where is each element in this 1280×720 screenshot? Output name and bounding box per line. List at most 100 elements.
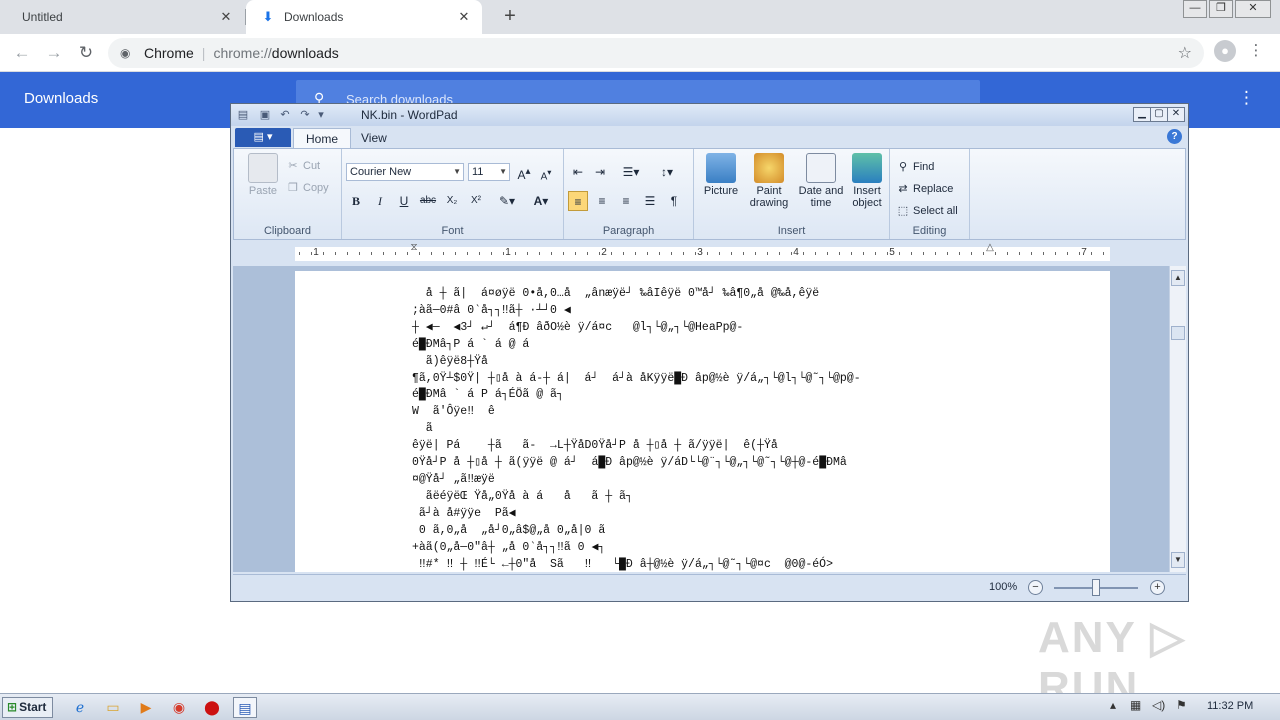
ruler[interactable]: 1 1 2 3 4 5 7 ⧖ △ (233, 242, 1186, 266)
document-line[interactable]: ;àã─0#â 0‵å┐┐‼ã┼ ·┴┘0 ◀ (412, 303, 861, 320)
show-hidden-icons[interactable]: ▴ (1110, 698, 1116, 712)
scroll-up-icon[interactable]: ▲ (1171, 270, 1185, 286)
document-line[interactable]: é█ÐMâ ` á P á┐ÉÖã @ ã┐ (412, 387, 861, 404)
new-tab-button[interactable]: + (498, 5, 522, 29)
find-button[interactable]: ⚲ Find (896, 158, 934, 176)
maximize-button[interactable]: ❐ (1209, 0, 1233, 18)
document-line[interactable]: ‼#* ‼ ┼ ‼É└ ←┼0″å Sã ‼ └█Ð â┼@½è ÿ/á„┐└@… (412, 557, 861, 573)
document-line[interactable]: +àã(0„å─0″â┼ „å 0‵å┐┐‼ã 0 ◀┐ (412, 540, 861, 557)
document-line[interactable]: ã┘à å#ÿÿe Pã◀ (412, 506, 861, 523)
paste-button[interactable]: Paste (240, 153, 286, 197)
quick-save-icon[interactable]: ▣ (257, 107, 273, 123)
help-icon[interactable]: ? (1167, 129, 1182, 144)
document-line[interactable]: ¶ã,0Ÿ┴$0Ÿ| ┼▯å à á-┼ á| á┘ á┘à åKÿÿë█Ð â… (412, 371, 861, 388)
text-color-icon[interactable]: A▾ (526, 191, 556, 211)
minimize-button[interactable]: — (1183, 0, 1207, 18)
document-page[interactable]: å ┼ ã| á¤øÿë 0•å,0…å „ânæÿë┘ ‰âIêÿë 0™å┘… (295, 271, 1110, 572)
downloads-menu-icon[interactable]: ⋮ (1238, 88, 1255, 108)
paint-drawing-button[interactable]: Paint drawing (744, 153, 794, 209)
vertical-scrollbar[interactable]: ▲ ▼ (1169, 266, 1186, 572)
scroll-thumb[interactable] (1171, 326, 1185, 340)
cut-button[interactable]: ✂ Cut (286, 157, 320, 175)
document-line[interactable]: å ┼ ã| á¤øÿë 0•å,0…å „ânæÿë┘ ‰âIêÿë 0™å┘… (412, 286, 861, 303)
underline-icon[interactable]: U (394, 191, 414, 211)
opera-icon[interactable]: ⬤ (200, 697, 224, 718)
document-line[interactable]: ãëéÿëŒ Ÿå„0Ÿå à á å ã ┼ ã┐ (412, 489, 861, 506)
date-time-button[interactable]: Date and time (796, 153, 846, 209)
site-info-icon[interactable]: ◉ (120, 46, 138, 60)
bookmark-star-icon[interactable]: ☆ (1178, 43, 1192, 63)
volume-icon[interactable]: ◁) (1152, 698, 1165, 712)
increase-indent-icon[interactable]: ⇥ (590, 162, 610, 182)
internet-explorer-icon[interactable]: ℯ (68, 697, 92, 718)
tab-untitled[interactable]: Untitled ✕ (8, 0, 244, 34)
copy-button[interactable]: ❐ Copy (286, 179, 329, 197)
scroll-down-icon[interactable]: ▼ (1171, 552, 1185, 568)
italic-icon[interactable]: I (370, 191, 390, 211)
bullet-list-icon[interactable]: ☰▾ (616, 162, 646, 182)
line-spacing-icon[interactable]: ↕▾ (652, 162, 682, 182)
document-line[interactable]: ¤@Ÿå┘ „ã‼æÿë (412, 472, 861, 489)
font-family-select[interactable]: Courier New ▼ (346, 163, 464, 181)
paragraph-settings-icon[interactable]: ¶ (664, 191, 684, 211)
reload-icon[interactable]: ↻ (74, 41, 98, 65)
customize-qat-icon[interactable]: ▾ (317, 107, 325, 123)
media-player-icon[interactable]: ▶ (134, 697, 158, 718)
tab-downloads[interactable]: ⬇ Downloads ✕ (246, 0, 482, 34)
subscript-icon[interactable]: X₂ (442, 191, 462, 211)
document-line[interactable]: W ã'Ôÿe‼ ê (412, 404, 861, 421)
strikethrough-icon[interactable]: abc (418, 191, 438, 211)
clock[interactable]: 11:32 PM (1207, 700, 1253, 712)
document-line[interactable]: ã (412, 421, 861, 438)
wordpad-minimize-button[interactable]: ▁ (1133, 107, 1151, 122)
align-left-icon[interactable]: ≡ (568, 191, 588, 211)
document-line[interactable]: é█ÐMâ┐P á ` á @ á (412, 337, 861, 354)
tab-view[interactable]: View (349, 128, 399, 148)
bold-icon[interactable]: B (346, 191, 366, 211)
shrink-font-icon[interactable]: A▾ (536, 162, 556, 182)
document-line[interactable]: 0 ã,0„å „å┘0„â$@„å 0„å|0 ã (412, 523, 861, 540)
wordpad-app-icon[interactable]: ▤ (235, 107, 251, 123)
undo-icon[interactable]: ↶ (277, 107, 293, 123)
tab-close-icon[interactable]: ✕ (456, 9, 472, 25)
back-icon[interactable]: ← (10, 41, 34, 65)
address-bar[interactable]: ◉ Chrome | chrome:// downloads ☆ (108, 38, 1204, 68)
forward-icon[interactable]: → (42, 41, 66, 65)
wordpad-taskbar-icon[interactable]: ▤ (233, 697, 257, 718)
align-right-icon[interactable]: ≡ (616, 191, 636, 211)
action-center-flag-icon[interactable]: ⚑ (1176, 698, 1187, 712)
justify-icon[interactable]: ☰ (640, 191, 660, 211)
tab-close-icon[interactable]: ✕ (218, 9, 234, 25)
align-center-icon[interactable]: ≡ (592, 191, 612, 211)
insert-picture-button[interactable]: Picture (698, 153, 744, 197)
grow-font-icon[interactable]: A▴ (514, 162, 534, 182)
document-line[interactable]: êÿë| Pá ┼ã ã- →L┼ŸåD0Ÿå┘P å ┼▯å ┼ ã/ÿÿë|… (412, 438, 861, 455)
document-line[interactable]: ã)êÿë8┼Ÿå (412, 354, 861, 371)
decrease-indent-icon[interactable]: ⇤ (568, 162, 588, 182)
close-window-button[interactable]: ✕ (1235, 0, 1271, 18)
superscript-icon[interactable]: X² (466, 191, 486, 211)
network-icon[interactable]: ▦ (1130, 698, 1141, 712)
start-button[interactable]: ⊞ Start (2, 697, 53, 718)
right-indent-marker[interactable]: △ (985, 242, 995, 262)
zoom-slider-thumb[interactable] (1092, 579, 1100, 596)
wordpad-maximize-button[interactable]: ▢ (1150, 107, 1168, 122)
chrome-icon[interactable]: ◉ (167, 697, 191, 718)
zoom-in-icon[interactable]: + (1150, 580, 1165, 595)
select-all-button[interactable]: ⬚ Select all (896, 202, 958, 220)
replace-button[interactable]: ⇄ Replace (896, 180, 953, 198)
wordpad-close-button[interactable]: ✕ (1167, 107, 1185, 122)
highlight-color-icon[interactable]: ✎▾ (492, 191, 522, 211)
file-menu-button[interactable]: ▤ ▾ (235, 128, 291, 147)
insert-object-button[interactable]: Insert object (844, 153, 890, 209)
document-text[interactable]: å ┼ ã| á¤øÿë 0•å,0…å „ânæÿë┘ ‰âIêÿë 0™å┘… (412, 286, 861, 572)
redo-icon[interactable]: ↷ (297, 107, 313, 123)
chrome-menu-icon[interactable]: ⋮ (1248, 40, 1264, 62)
file-explorer-icon[interactable]: ▭ (101, 697, 125, 718)
left-indent-marker[interactable]: ⧖ (409, 242, 419, 262)
font-size-select[interactable]: 11 ▼ (468, 163, 510, 181)
zoom-out-icon[interactable]: − (1028, 580, 1043, 595)
document-line[interactable]: ┼ ◀─ ◀3┘ ↵┘ á¶Ð âðO½è ÿ/á¤c @l┐└@„┐└@Hea… (412, 320, 861, 337)
profile-avatar-icon[interactable]: ● (1214, 40, 1236, 62)
document-line[interactable]: 0Ÿå┘P å ┼▯å ┼ ã(ÿÿë @ á┘ á█Ð âp@½è ÿ/áD└… (412, 455, 861, 472)
